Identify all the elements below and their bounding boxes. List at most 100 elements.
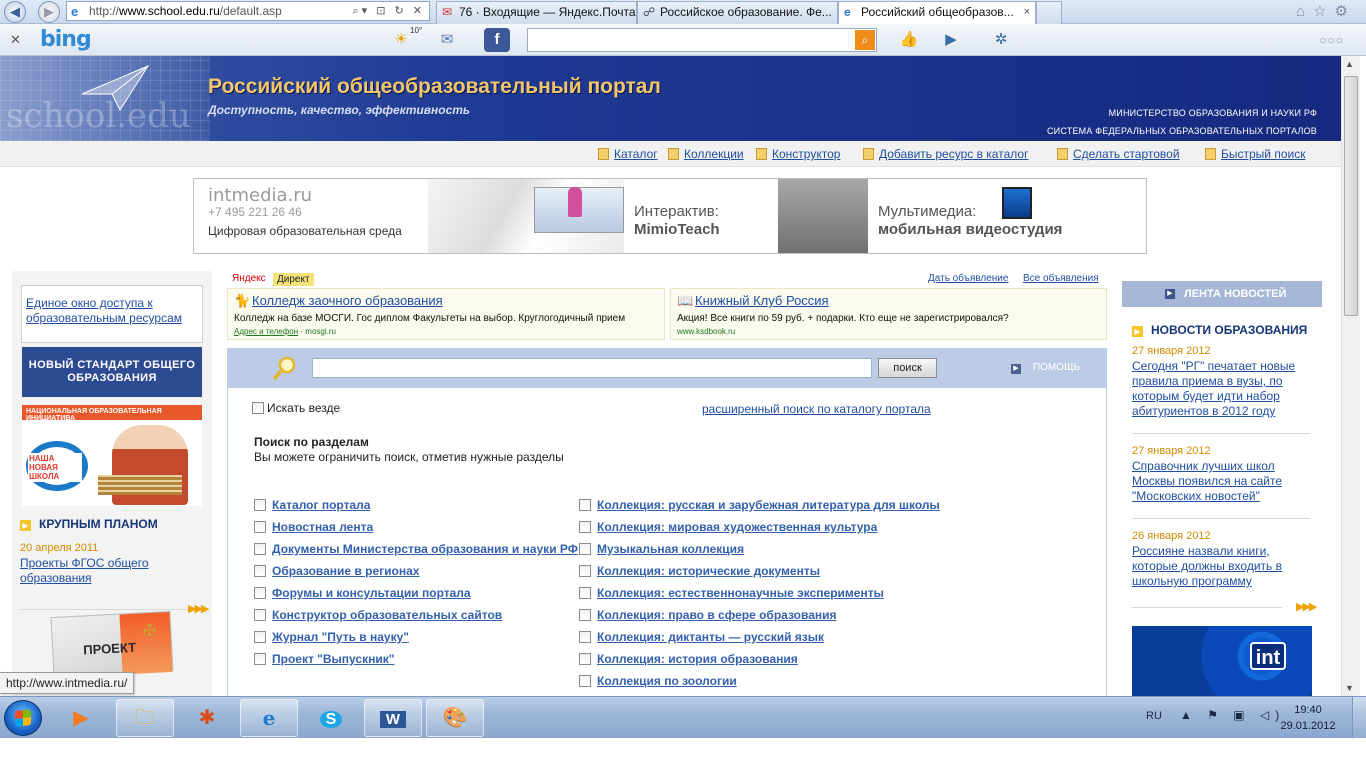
paint-palette-icon[interactable]: 🎨 bbox=[426, 699, 484, 737]
collection-checkbox[interactable] bbox=[579, 653, 591, 665]
show-desktop-button[interactable] bbox=[1352, 697, 1366, 739]
section-checkbox[interactable] bbox=[254, 631, 266, 643]
collection-option[interactable]: Коллекция: мировая художественная культу… bbox=[579, 520, 877, 534]
intmedia-ad-banner[interactable]: intmedia.ru +7 495 221 26 46 Цифровая об… bbox=[193, 178, 1147, 254]
ad-title[interactable]: 📖 Книжный Клуб Россия bbox=[677, 293, 1100, 309]
direct-label[interactable]: Директ bbox=[273, 273, 314, 286]
ad-title[interactable]: 🐈 Колледж заочного образования bbox=[234, 293, 658, 309]
address-tools-icons[interactable]: ⌕▾ ⊡ ↻ ✕ bbox=[352, 2, 425, 20]
section-checkbox[interactable] bbox=[254, 609, 266, 621]
like-icon[interactable]: 👍 bbox=[896, 28, 922, 52]
more-options-icon[interactable]: ○○○ bbox=[1319, 33, 1344, 47]
collection-checkbox[interactable] bbox=[579, 543, 591, 555]
collection-option[interactable]: Коллекция: естественнонаучные эксперимен… bbox=[579, 586, 884, 600]
ministry-link[interactable]: МИНИСТЕРСТВО ОБРАЗОВАНИЯ И НАУКИ РФ bbox=[1109, 108, 1317, 118]
federal-portals-link[interactable]: СИСТЕМА ФЕДЕРАЛЬНЫХ ОБРАЗОВАТЕЛЬНЫХ ПОРТ… bbox=[1047, 126, 1317, 136]
more-arrows-icon[interactable]: ▶▶▶ bbox=[1296, 600, 1317, 613]
collection-option[interactable]: Коллекция: диктанты — русский язык bbox=[579, 630, 824, 644]
internet-explorer-icon[interactable]: e bbox=[240, 699, 298, 737]
section-option[interactable]: Новостная лента bbox=[254, 520, 373, 534]
yandex-label[interactable]: Яндекс bbox=[232, 273, 266, 284]
video-icon[interactable]: ▶ bbox=[938, 28, 964, 52]
national-initiative-banner[interactable]: НАЦИОНАЛЬНАЯ ОБРАЗОВАТЕЛЬНАЯ ИНИЦИАТИВА … bbox=[22, 405, 202, 506]
page-scrollbar[interactable]: ▲ ▼ bbox=[1341, 56, 1360, 696]
place-ad-link[interactable]: Дать объявление bbox=[928, 273, 1008, 284]
close-toolbar-icon[interactable]: ✕ bbox=[10, 32, 21, 48]
facebook-icon[interactable]: f bbox=[484, 28, 510, 52]
menu-make-start[interactable]: Сделать стартовой bbox=[1057, 147, 1180, 161]
close-tab-icon[interactable]: × bbox=[1024, 2, 1030, 23]
scrollbar-thumb[interactable] bbox=[1344, 76, 1358, 316]
search-icon[interactable]: ⌕ bbox=[855, 30, 875, 50]
word-icon[interactable]: W bbox=[364, 699, 422, 737]
tray-icons[interactable]: ▲ ⚑ ▣ ◁) bbox=[1180, 708, 1285, 722]
int-banner[interactable]: int bbox=[1132, 626, 1312, 696]
media-player-icon[interactable]: ▶ bbox=[52, 699, 110, 737]
section-checkbox[interactable] bbox=[254, 653, 266, 665]
collection-option[interactable]: Коллекция: исторические документы bbox=[579, 564, 820, 578]
section-option[interactable]: Образование в регионах bbox=[254, 564, 419, 578]
all-ads-link[interactable]: Все объявления bbox=[1023, 273, 1099, 284]
collection-option[interactable]: Коллекция: право в сфере образования bbox=[579, 608, 837, 622]
collection-option[interactable]: Музыкальная коллекция bbox=[579, 542, 744, 556]
search-everywhere-checkbox[interactable] bbox=[252, 402, 264, 414]
mail-icon[interactable]: ✉ bbox=[434, 28, 460, 52]
section-option[interactable]: Журнал "Путь в науку" bbox=[254, 630, 409, 644]
help-link[interactable]: ▶ ПОМОЩЬ bbox=[1011, 362, 1080, 374]
ad-url[interactable]: www.ksdbook.ru bbox=[677, 327, 1100, 336]
scroll-up-icon[interactable]: ▲ bbox=[1345, 59, 1354, 69]
language-indicator[interactable]: RU bbox=[1146, 710, 1162, 722]
collection-checkbox[interactable] bbox=[579, 631, 591, 643]
section-checkbox[interactable] bbox=[254, 499, 266, 511]
translate-icon[interactable]: ✲ bbox=[988, 28, 1014, 52]
advanced-search-link[interactable]: расширенный поиск по каталогу портала bbox=[702, 402, 931, 416]
news-link[interactable]: Россияне назвали книги, которые должны в… bbox=[1132, 544, 1308, 589]
collection-option[interactable]: Коллекция: история образования bbox=[579, 652, 798, 666]
section-option[interactable]: Документы Министерства образования и нау… bbox=[254, 542, 578, 556]
address-bar[interactable]: e http://www.school.edu.ru/default.asp ⌕… bbox=[66, 1, 430, 21]
news-feed-button[interactable]: ▶ ЛЕНТА НОВОСТЕЙ bbox=[1122, 281, 1322, 307]
tab-yandex-mail[interactable]: ✉ 76 · Входящие — Яндекс.Почта bbox=[436, 1, 637, 24]
section-option[interactable]: Проект "Выпускник" bbox=[254, 652, 394, 666]
section-option[interactable]: Форумы и консультации портала bbox=[254, 586, 471, 600]
collection-option[interactable]: Коллекция по зоологии bbox=[579, 674, 737, 688]
collection-checkbox[interactable] bbox=[579, 587, 591, 599]
search-everywhere-option[interactable]: Искать везде bbox=[252, 401, 340, 415]
closeup-link[interactable]: Проекты ФГОС общего образования bbox=[20, 556, 190, 586]
news-link[interactable]: Справочник лучших школ Москвы появился н… bbox=[1132, 459, 1308, 504]
scroll-down-icon[interactable]: ▼ bbox=[1345, 683, 1354, 693]
menu-constructor[interactable]: Конструктор bbox=[756, 147, 840, 161]
menu-catalog[interactable]: Каталог bbox=[598, 147, 658, 161]
bing-search-input[interactable]: ⌕ bbox=[527, 28, 877, 52]
section-checkbox[interactable] bbox=[254, 565, 266, 577]
more-arrows-icon[interactable]: ▶▶▶ bbox=[188, 602, 209, 615]
section-checkbox[interactable] bbox=[254, 587, 266, 599]
ad-url[interactable]: Адрес и телефон · mosgi.ru bbox=[234, 327, 658, 336]
back-button[interactable]: ◀ bbox=[4, 1, 26, 23]
forward-button[interactable]: ▶ bbox=[38, 1, 60, 23]
section-option[interactable]: Конструктор образовательных сайтов bbox=[254, 608, 502, 622]
paint-app-icon[interactable]: ✱ bbox=[178, 699, 236, 737]
tab-school-portal[interactable]: e Российский общеобразов... × bbox=[838, 1, 1036, 25]
explorer-icon[interactable]: 🗀 bbox=[116, 699, 174, 737]
section-checkbox[interactable] bbox=[254, 543, 266, 555]
new-tab-button[interactable] bbox=[1036, 1, 1062, 24]
portal-search-input[interactable] bbox=[312, 358, 872, 378]
collection-checkbox[interactable] bbox=[579, 675, 591, 687]
ie-toolbar-icons[interactable]: ⌂☆⚙ bbox=[1296, 2, 1356, 20]
menu-collections[interactable]: Коллекции bbox=[668, 147, 744, 161]
collection-checkbox[interactable] bbox=[579, 499, 591, 511]
menu-add-resource[interactable]: Добавить ресурс в каталог bbox=[863, 147, 1028, 161]
project-image[interactable]: ПРОЕКТ ✠ bbox=[50, 610, 174, 678]
collection-checkbox[interactable] bbox=[579, 521, 591, 533]
menu-quick-search[interactable]: Быстрый поиск bbox=[1205, 147, 1305, 161]
search-button[interactable]: поиск bbox=[878, 358, 937, 378]
clock[interactable]: 19:40 29.01.2012 bbox=[1272, 702, 1344, 734]
single-window-link[interactable]: Единое окно доступа к образовательным ре… bbox=[26, 296, 182, 325]
collection-option[interactable]: Коллекция: русская и зарубежная литерату… bbox=[579, 498, 940, 512]
collection-checkbox[interactable] bbox=[579, 565, 591, 577]
section-checkbox[interactable] bbox=[254, 521, 266, 533]
start-button[interactable] bbox=[4, 700, 42, 736]
bing-logo[interactable]: bing bbox=[40, 27, 92, 52]
new-standard-banner[interactable]: НОВЫЙ СТАНДАРТ ОБЩЕГО ОБРАЗОВАНИЯ bbox=[22, 347, 202, 397]
